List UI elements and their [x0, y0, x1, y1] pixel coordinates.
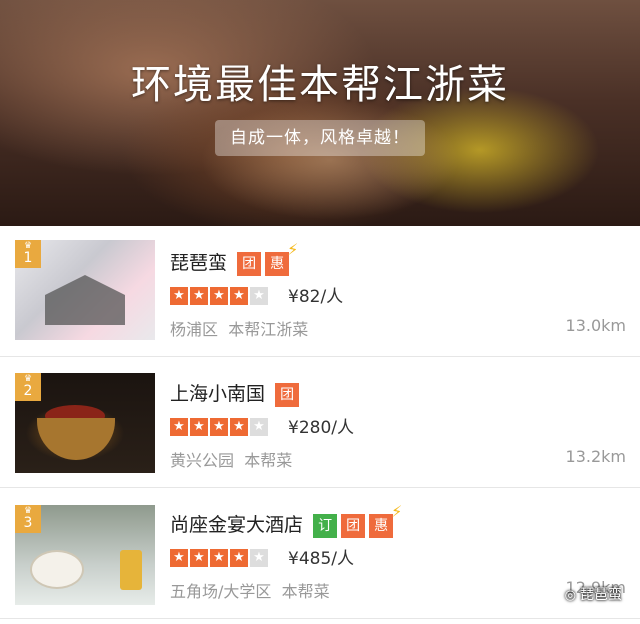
- star-rating: ★ ★ ★ ★ ★: [170, 415, 270, 436]
- restaurant-name: 上海小南国: [170, 383, 266, 405]
- lightning-icon: ⚡: [391, 502, 403, 521]
- hero-banner: 环境最佳本帮江浙菜 自成一体，风格卓越！: [0, 0, 640, 226]
- tag-tuan: 团: [275, 382, 300, 407]
- price: ¥82/人: [288, 287, 344, 307]
- restaurant-name: 尚座金宴大酒店: [170, 514, 304, 536]
- tag-hui: 惠: [369, 513, 394, 538]
- star-icon: ★: [210, 287, 228, 305]
- restaurant-item[interactable]: ♛ 3 尚座金宴大酒店 订团惠⚡ ★ ★ ★ ★ ★ ¥485/人 五角场/大学区 本帮菜…: [0, 488, 640, 619]
- tag-tuan: 团: [341, 513, 366, 538]
- price: ¥485/人: [288, 549, 354, 569]
- restaurant-name-row: 上海小南国 团: [170, 379, 300, 407]
- star-empty-icon: ★: [250, 418, 268, 436]
- star-empty-icon: ★: [250, 287, 268, 305]
- restaurant-name-row: 琵琶蛮 团惠⚡: [170, 240, 298, 276]
- hero-background-photo: [200, 100, 460, 220]
- restaurant-name-row: 尚座金宴大酒店 订团惠⚡: [170, 502, 402, 538]
- tag-hui: 惠: [265, 251, 290, 276]
- tag-tuan: 团: [237, 251, 262, 276]
- star-rating: ★ ★ ★ ★ ★: [170, 546, 270, 567]
- star-icon: ★: [230, 418, 248, 436]
- cuisine: 本帮菜: [244, 451, 293, 470]
- distance: 13.2km: [565, 447, 626, 466]
- price: ¥280/人: [288, 418, 354, 438]
- rank-badge: ♛ 1: [15, 240, 41, 268]
- star-icon: ★: [190, 287, 208, 305]
- watermark: ◎ 琵琶蛮: [565, 584, 622, 604]
- watermark-text: 琵琶蛮: [580, 587, 622, 603]
- meta-info: 杨浦区 本帮江浙菜: [170, 316, 308, 340]
- meta-info: 五角场/大学区 本帮菜: [170, 578, 330, 602]
- wechat-icon: ◎: [564, 588, 576, 603]
- area: 五角场/大学区: [170, 582, 272, 601]
- meta-info: 黄兴公园 本帮菜: [170, 447, 292, 471]
- star-icon: ★: [210, 549, 228, 567]
- rank-badge: ♛ 3: [15, 505, 41, 533]
- lightning-icon: ⚡: [287, 240, 299, 259]
- hero-subtitle: 自成一体，风格卓越！: [215, 120, 425, 156]
- area: 杨浦区: [170, 320, 219, 339]
- cuisine: 本帮江浙菜: [228, 320, 309, 339]
- star-icon: ★: [190, 418, 208, 436]
- star-icon: ★: [170, 287, 188, 305]
- star-icon: ★: [230, 287, 248, 305]
- hero-title: 环境最佳本帮江浙菜: [131, 62, 509, 108]
- star-rating: ★ ★ ★ ★ ★: [170, 284, 270, 305]
- star-icon: ★: [170, 418, 188, 436]
- restaurant-name: 琵琶蛮: [170, 252, 228, 274]
- star-empty-icon: ★: [250, 549, 268, 567]
- star-icon: ★: [170, 549, 188, 567]
- restaurant-list: ♛ 1 琵琶蛮 团惠⚡ ★ ★ ★ ★ ★ ¥82/人 杨浦区 本帮江浙菜 13.0km …: [0, 226, 640, 619]
- restaurant-item[interactable]: ♛ 1 琵琶蛮 团惠⚡ ★ ★ ★ ★ ★ ¥82/人 杨浦区 本帮江浙菜 13.0km: [0, 226, 640, 357]
- cuisine: 本帮菜: [281, 582, 330, 601]
- restaurant-item[interactable]: ♛ 2 上海小南国 团 ★ ★ ★ ★ ★ ¥280/人 黄兴公园 本帮菜 13.2km: [0, 357, 640, 488]
- star-icon: ★: [230, 549, 248, 567]
- tag-ding: 订: [313, 513, 338, 538]
- star-icon: ★: [190, 549, 208, 567]
- area: 黄兴公园: [170, 451, 235, 470]
- rank-badge: ♛ 2: [15, 373, 41, 401]
- star-icon: ★: [210, 418, 228, 436]
- distance: 13.0km: [565, 316, 626, 335]
